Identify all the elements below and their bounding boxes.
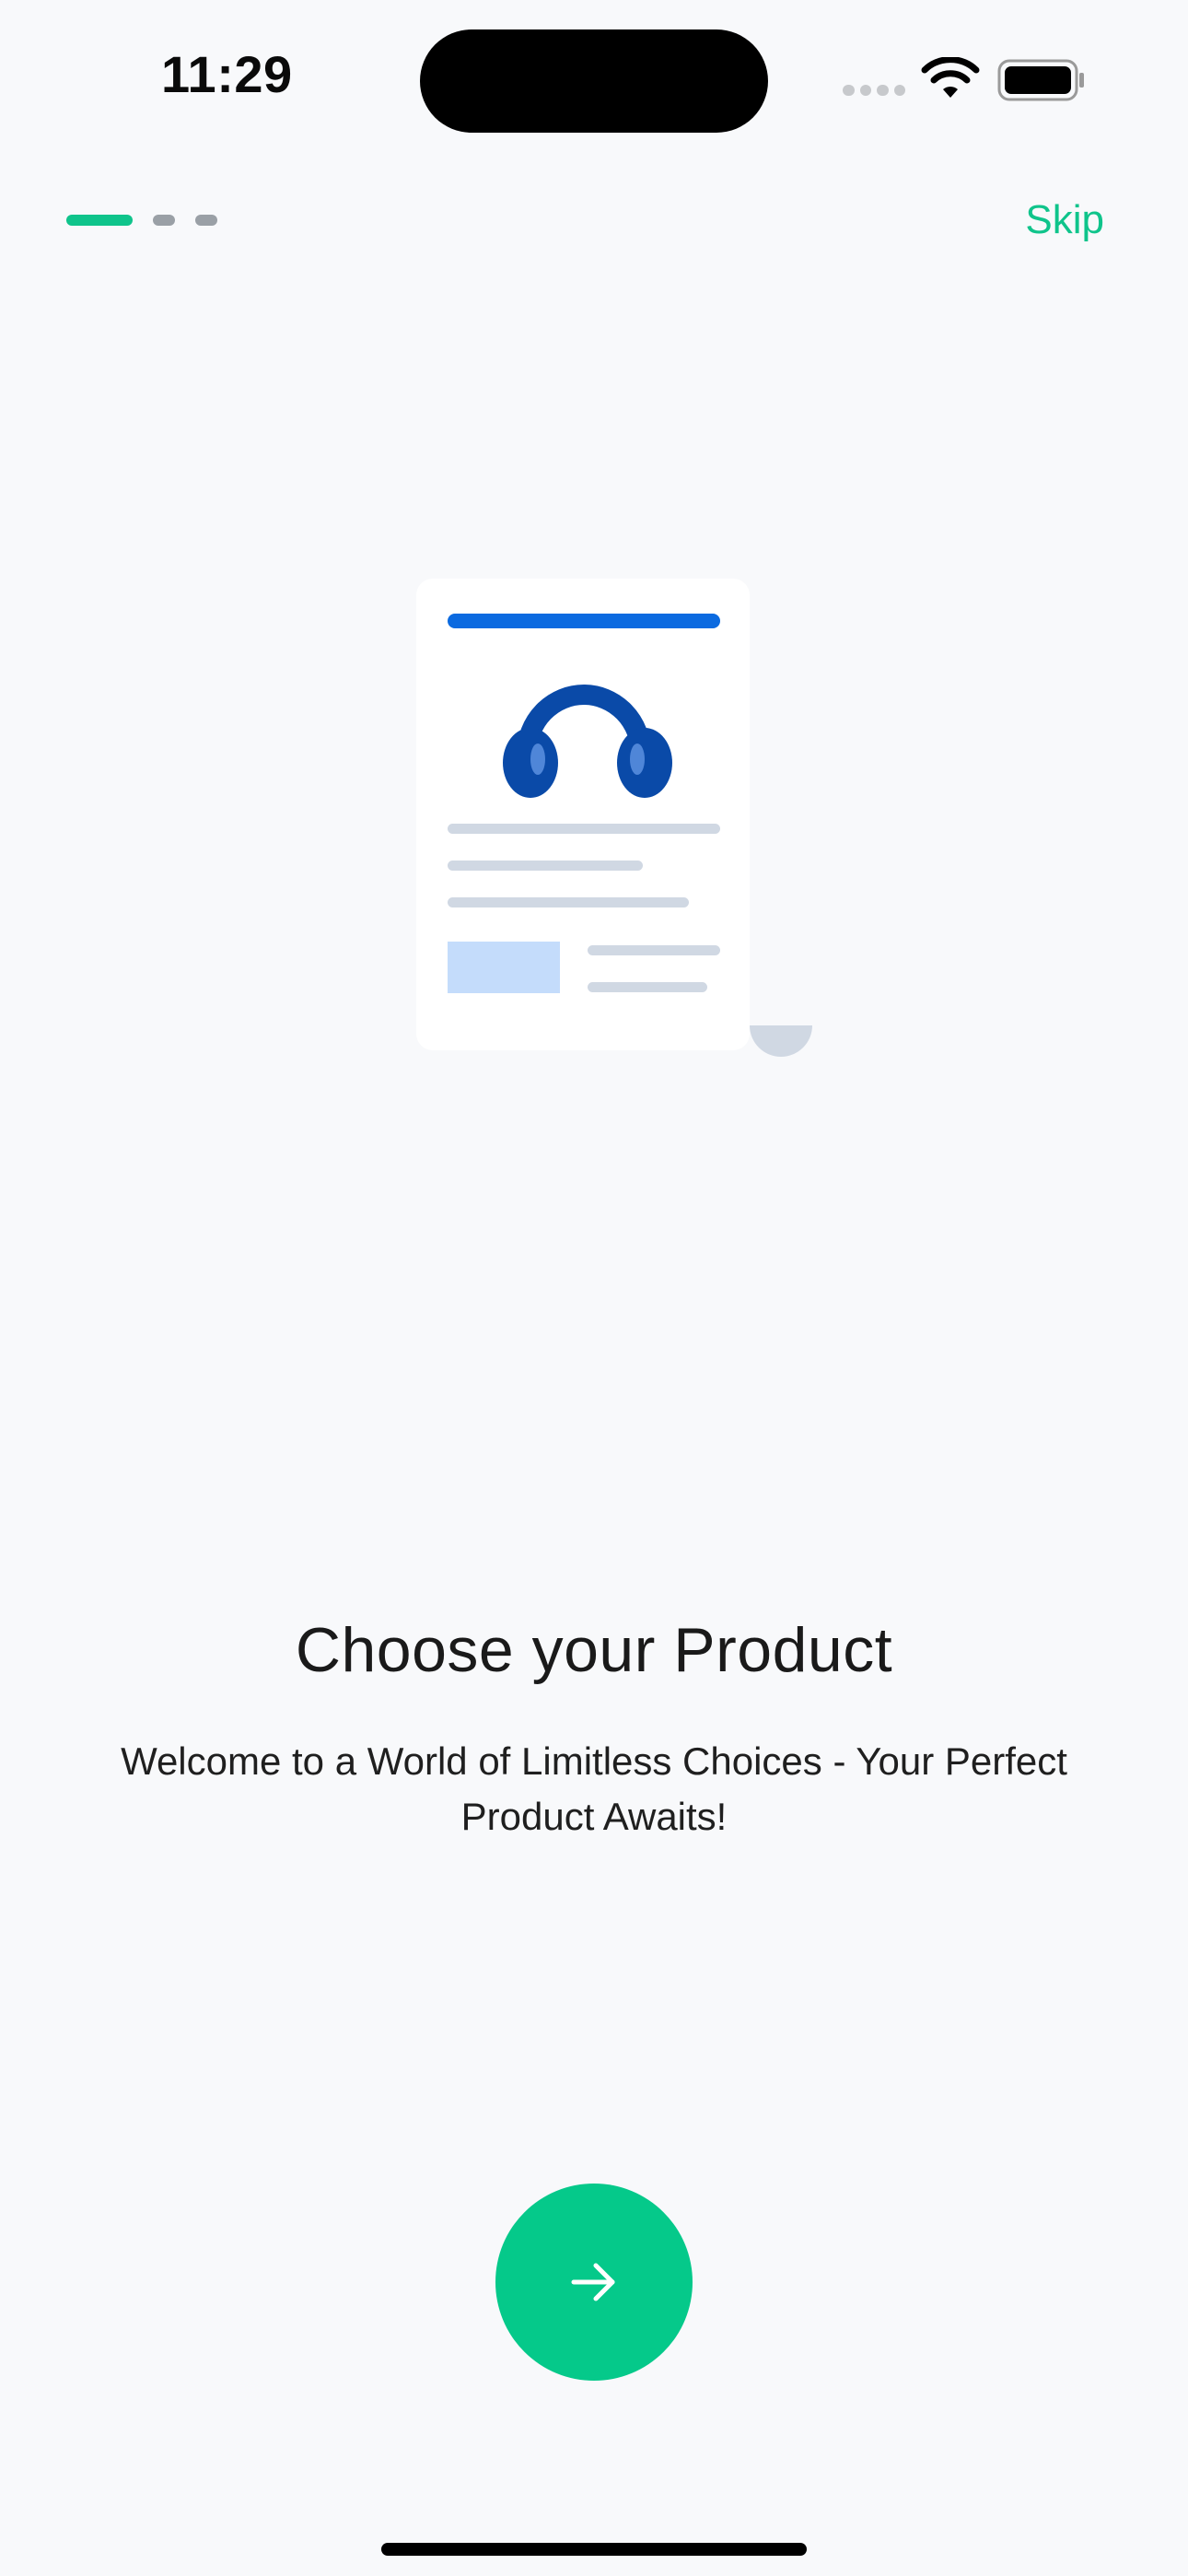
status-time: 11:29 [161,45,293,103]
pager-dot [195,215,217,226]
dynamic-island [420,29,768,133]
cellular-signal-icon [843,85,905,98]
onboarding-title: Choose your Product [295,1615,893,1685]
home-indicator[interactable] [381,2543,807,2556]
wifi-icon [921,57,980,98]
onboarding-pager [66,215,217,226]
pager-dot-active [66,215,133,226]
skip-button[interactable]: Skip [1025,197,1104,243]
next-button[interactable] [495,2184,693,2381]
product-document-illustration [416,579,812,1057]
arrow-right-icon [571,2263,615,2301]
onboarding-subtitle: Welcome to a World of Limitless Choices … [121,1739,1067,1838]
battery-icon [997,59,1084,101]
pager-dot [153,215,175,226]
